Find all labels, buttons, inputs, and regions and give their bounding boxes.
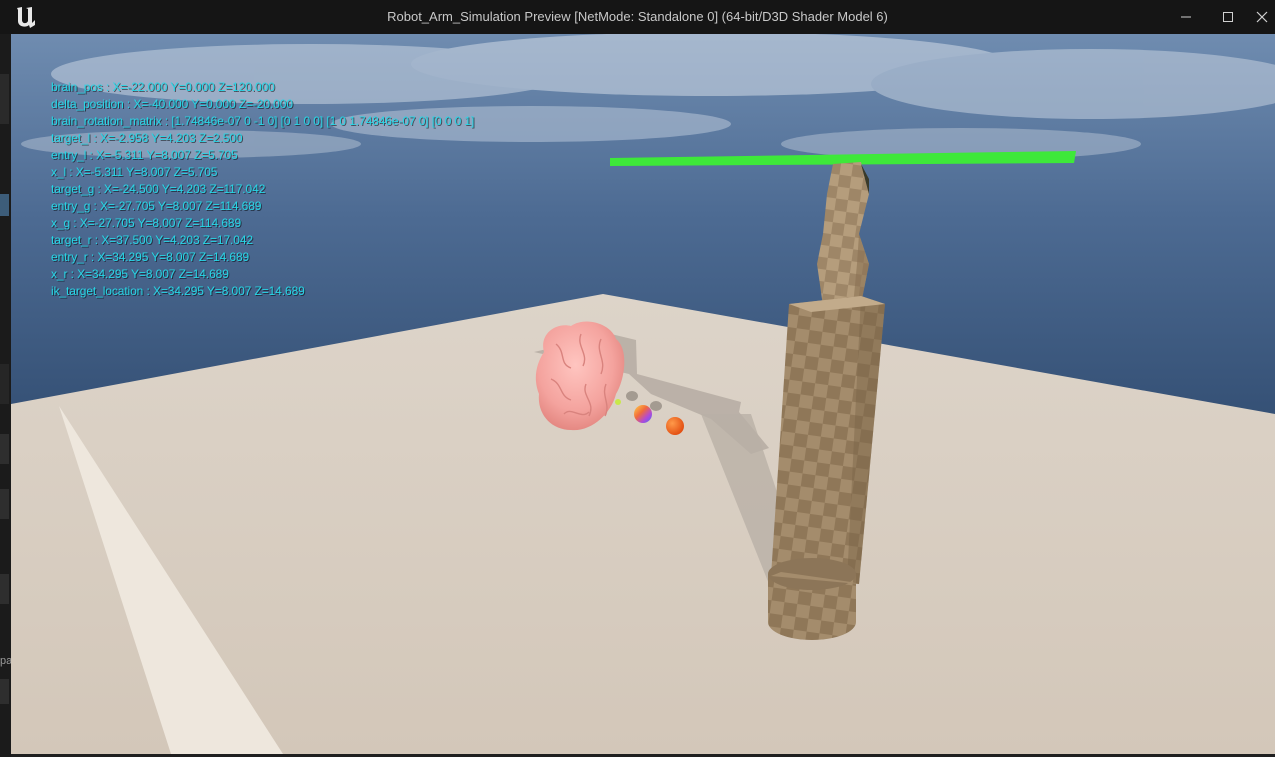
strip-panel: [0, 74, 9, 124]
strip-panel: [0, 489, 9, 519]
strip-panel: [0, 434, 9, 464]
debug-line: target_g : X=-24.500 Y=4.203 Z=117.042: [51, 182, 266, 196]
orange-sphere: [666, 417, 684, 435]
debug-line: entry_l : X=-5.311 Y=8.007 Z=5.705: [51, 148, 238, 162]
debug-line: ik_target_location : X=34.295 Y=8.007 Z=…: [51, 284, 305, 298]
minimize-button[interactable]: [1166, 0, 1206, 34]
debug-line: entry_r : X=34.295 Y=8.007 Z=14.689: [51, 250, 250, 264]
maximize-button[interactable]: [1208, 0, 1248, 34]
debug-line: entry_g : X=-27.705 Y=8.007 Z=114.689: [51, 199, 262, 213]
target-sphere-icon: [634, 405, 652, 423]
strip-panel: [0, 679, 9, 704]
debug-line: x_r : X=34.295 Y=8.007 Z=14.689: [51, 267, 229, 281]
debug-line: brain_pos : X=-22.000 Y=0.000 Z=120.000: [51, 80, 275, 94]
debug-output: brain_pos : X=-22.000 Y=0.000 Z=120.000 …: [51, 79, 474, 300]
minimize-icon: [1181, 16, 1191, 18]
app-window: Robot_Arm_Simulation Preview [NetMode: S…: [0, 0, 1275, 757]
debug-line: x_g : X=-27.705 Y=8.007 Z=114.689: [51, 216, 242, 230]
window-title: Robot_Arm_Simulation Preview [NetMode: S…: [387, 9, 888, 24]
maximize-icon: [1223, 12, 1233, 22]
strip-partial-text: pa: [0, 655, 11, 667]
debug-line: x_l : X=-5.311 Y=8.007 Z=5.705: [51, 165, 218, 179]
strip-panel: [0, 574, 9, 604]
debug-line: target_r : X=37.500 Y=4.203 Z=17.042: [51, 233, 254, 247]
close-icon: [1256, 11, 1267, 23]
close-button[interactable]: [1248, 0, 1275, 34]
strip-panel: [0, 364, 9, 404]
title-bar[interactable]: Robot_Arm_Simulation Preview [NetMode: S…: [0, 0, 1275, 34]
game-viewport[interactable]: brain_pos : X=-22.000 Y=0.000 Z=120.000 …: [11, 34, 1275, 754]
target-marker-small: [615, 399, 621, 405]
background-editor-strip: pa: [0, 34, 11, 757]
debug-line: delta_position : X=-40.000 Y=0.000 Z=-20…: [51, 97, 293, 111]
debug-line: target_l : X=-2.958 Y=4.203 Z=2.500: [51, 131, 243, 145]
debug-line: brain_rotation_matrix : [1.74846e-07 0 -…: [51, 114, 475, 128]
strip-highlight: [0, 194, 9, 216]
